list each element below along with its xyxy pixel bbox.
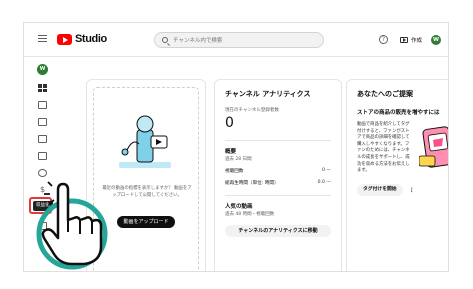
copyright-icon[interactable] bbox=[38, 169, 47, 177]
top-videos-period: 過去 48 時間・視聴回数 bbox=[225, 212, 275, 217]
youtube-studio-logo[interactable]: Studio bbox=[57, 33, 107, 45]
search-placeholder: チャンネル内で検索 bbox=[173, 38, 223, 44]
analytics-title: チャンネル アナリティクス bbox=[225, 90, 311, 98]
summary-title: 概要 bbox=[225, 149, 237, 155]
subscribers-label: 現在のチャンネル登録者数 bbox=[225, 108, 279, 113]
views-value: 0 — bbox=[322, 168, 331, 173]
divider bbox=[225, 195, 331, 196]
subscribers-count: 0 bbox=[225, 115, 234, 131]
channel-avatar[interactable]: W bbox=[37, 64, 48, 75]
ideas-body: 動画で商品を紹介してタグ付けすると、ファンがストアで商品の詳細を確認して購入しや… bbox=[357, 122, 448, 182]
watch-time-label: 総再生時間（単位: 時間） bbox=[225, 181, 279, 186]
create-button[interactable]: 作成 bbox=[397, 33, 425, 46]
subtitles-icon[interactable] bbox=[38, 152, 47, 160]
go-to-analytics-button[interactable]: チャンネルのアナリティクスに移動 bbox=[225, 225, 331, 237]
dashboard-icon[interactable] bbox=[38, 84, 47, 92]
upload-video-button[interactable]: 動画をアップロード bbox=[117, 216, 175, 228]
views-label: 視聴回数 bbox=[225, 169, 244, 174]
create-label: 作成 bbox=[411, 37, 423, 44]
ideas-card: あなたへのご提案 ストアの商品の販売を増やすには 動画で商品を紹介してタグ付けす… bbox=[346, 79, 448, 271]
summary-period: 過去 28 日間 bbox=[225, 157, 252, 162]
upload-message: 最近の動画の指標を表示しますか？ 動画をアップロードして公開してください。 bbox=[102, 186, 192, 198]
start-tagging-button[interactable]: タグ付けを開始 bbox=[357, 184, 403, 196]
content-icon[interactable] bbox=[38, 101, 47, 109]
more-options-icon[interactable]: ⋮ bbox=[409, 187, 415, 194]
account-avatar[interactable]: W bbox=[431, 35, 441, 45]
watch-time-value: 0.0 — bbox=[317, 180, 331, 185]
views-row: 視聴回数 0 — bbox=[225, 168, 331, 174]
ideas-title: あなたへのご提案 bbox=[357, 90, 413, 98]
upload-illustration-icon bbox=[119, 115, 171, 168]
analytics-card: チャンネル アナリティクス 現在のチャンネル登録者数 0 概要 過去 28 日間… bbox=[214, 79, 342, 271]
watch-time-row: 総再生時間（単位: 時間） 0.0 — bbox=[225, 180, 331, 186]
logo-text: Studio bbox=[75, 33, 107, 45]
search-input[interactable]: チャンネル内で検索 bbox=[154, 32, 324, 48]
ideas-text: 動画で商品を紹介してタグ付けすると、ファンがストアで商品の詳細を確認して購入しや… bbox=[357, 122, 410, 174]
menu-icon[interactable] bbox=[38, 35, 47, 42]
search-icon bbox=[162, 37, 168, 43]
comments-icon[interactable] bbox=[38, 135, 47, 143]
store-illustration-icon bbox=[419, 126, 448, 168]
help-icon[interactable]: ? bbox=[379, 35, 388, 44]
divider bbox=[225, 140, 331, 141]
ideas-actions: タグ付けを開始 ⋮ bbox=[357, 184, 448, 196]
youtube-play-icon bbox=[57, 33, 72, 45]
analytics-icon[interactable] bbox=[38, 118, 47, 126]
pointing-hand-icon bbox=[36, 181, 108, 270]
top-videos-title: 人気の動画 bbox=[225, 204, 253, 210]
create-video-icon bbox=[400, 36, 408, 43]
ideas-subtitle: ストアの商品の販売を増やすには bbox=[357, 110, 440, 116]
top-bar: Studio チャンネル内で検索 ? 作成 W bbox=[24, 23, 448, 57]
